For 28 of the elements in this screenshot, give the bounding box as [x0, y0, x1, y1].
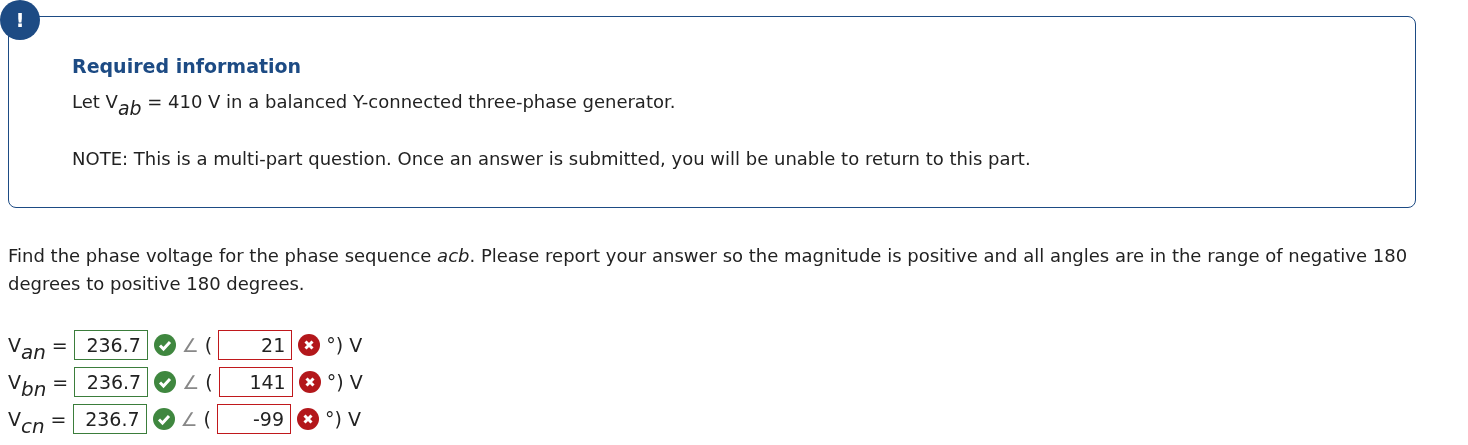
angle-sign: ∠ [180, 407, 198, 430]
unit-text: °) V [326, 370, 363, 393]
equals-sign: = [51, 333, 68, 356]
equals-sign: = [52, 370, 69, 393]
unit-text: °) V [326, 333, 363, 356]
magnitude-field[interactable]: 236.7 [73, 329, 148, 360]
open-paren: ( [203, 407, 211, 430]
info-title: Required information [72, 55, 303, 77]
cross-icon [297, 407, 319, 430]
unit-text: °) V [325, 407, 361, 430]
angle-field[interactable]: -99 [217, 403, 291, 434]
angle-sign: ∠ [182, 370, 200, 393]
check-icon [154, 370, 177, 393]
check-icon [153, 333, 176, 356]
angle-sign: ∠ [181, 333, 199, 356]
alert-badge: ! [0, 0, 40, 40]
note-text: NOTE: This is a multi-part question. Once an answer is submitted, you will be unable to return to this part. [72, 148, 1032, 169]
cross-icon [298, 370, 321, 393]
open-paren: ( [205, 370, 213, 393]
question-text: Find the phase voltage for the phase sequence acb. Please report your answer so the magnitude is positive and all angles are in the range of negative 180 degrees to positive 180 degrees. [8, 244, 1409, 296]
angle-field[interactable]: 21 [218, 329, 293, 360]
cross-icon [298, 333, 321, 356]
angle-field[interactable]: 141 [218, 366, 293, 397]
magnitude-field[interactable]: 236.7 [74, 366, 149, 397]
open-paren: ( [204, 333, 213, 356]
check-icon [152, 407, 175, 430]
equals-sign: = [50, 407, 67, 430]
magnitude-field[interactable]: 236.7 [72, 403, 147, 434]
